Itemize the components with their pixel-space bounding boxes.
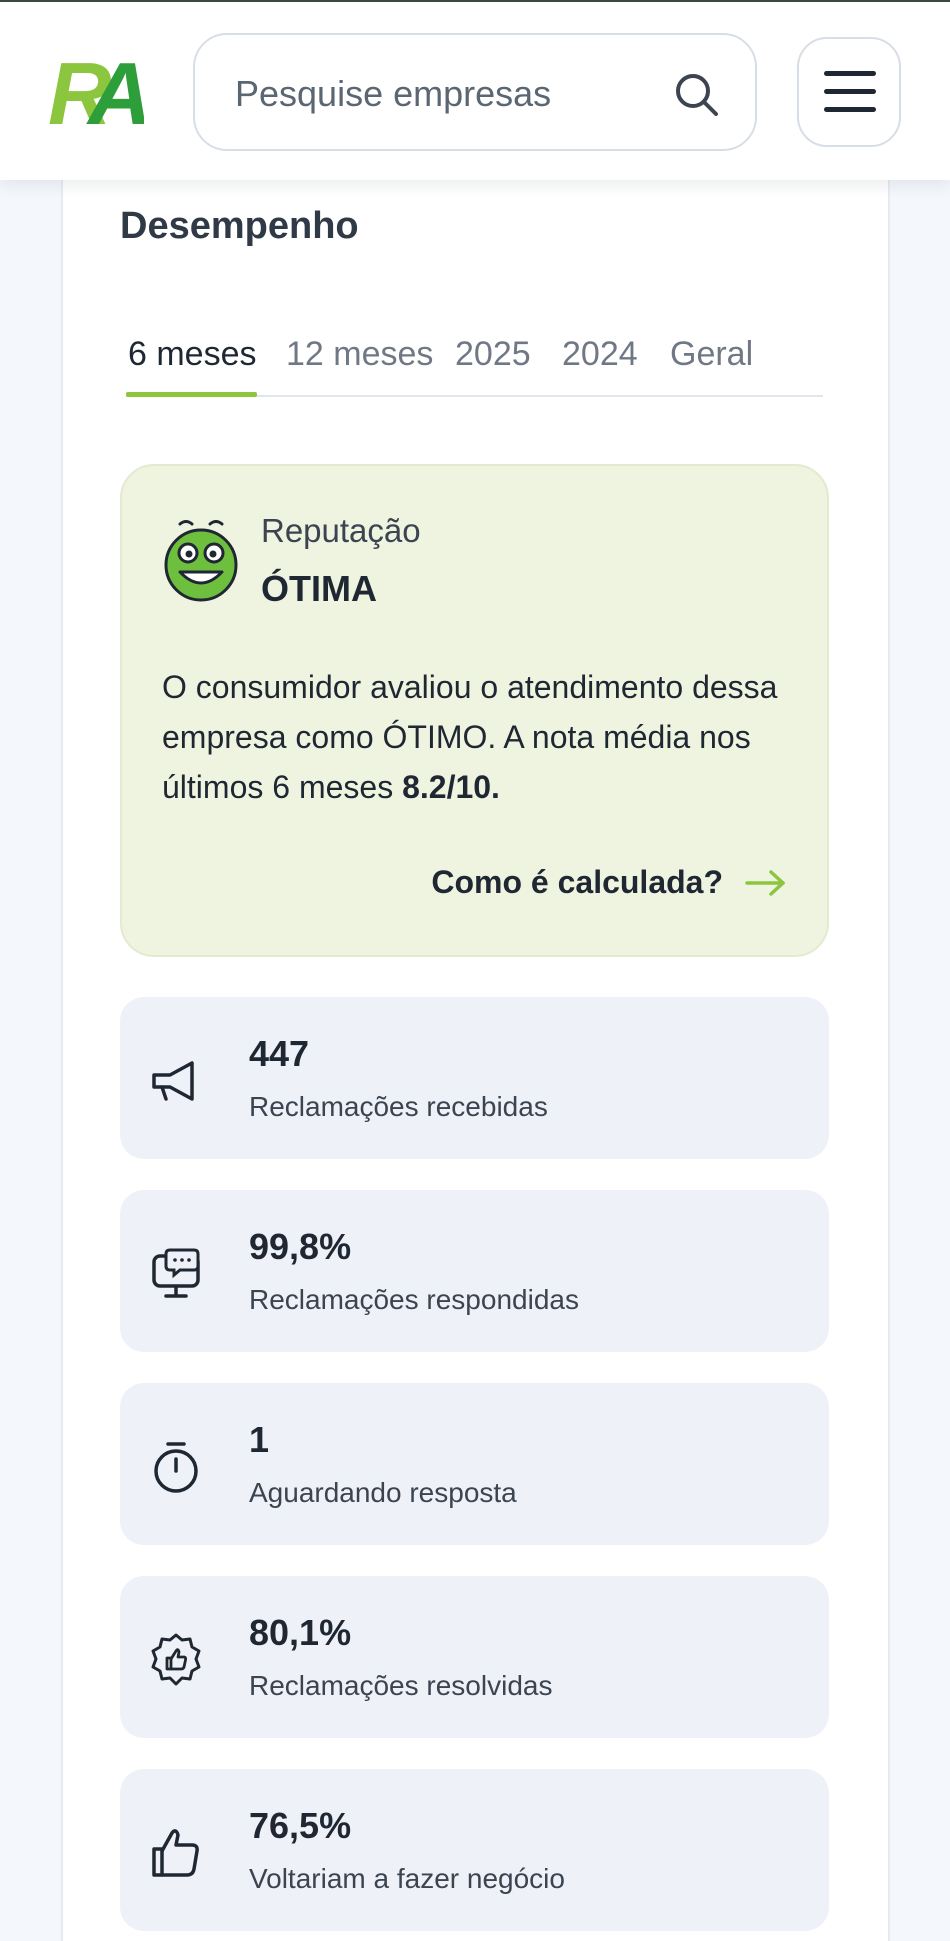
active-tab-indicator (126, 392, 257, 397)
svg-text:A: A (86, 50, 144, 132)
header: R A Pesquise empresas (0, 0, 950, 180)
chat-monitor-icon (152, 1248, 200, 1298)
stat-card-received: 447 Reclamações recebidas (120, 997, 829, 1159)
stat-card-awaiting: 1 Aguardando resposta (120, 1383, 829, 1545)
section-title: Desempenho (120, 205, 359, 247)
megaphone-icon (152, 1061, 194, 1101)
stat-value: 1 (249, 1419, 270, 1460)
menu-button[interactable] (797, 37, 901, 147)
happy-face-icon (164, 520, 238, 602)
tab-geral[interactable]: Geral (670, 335, 753, 374)
search-placeholder: Pesquise empresas (235, 73, 552, 114)
search-icon[interactable] (673, 71, 721, 119)
stat-value: 447 (249, 1033, 310, 1074)
stat-label: Aguardando resposta (249, 1477, 517, 1508)
stat-label: Voltariam a fazer negócio (249, 1863, 565, 1894)
reputation-score: 8.2/10. (402, 769, 500, 805)
thumbs-up-icon (152, 1829, 199, 1877)
stat-value: 76,5% (249, 1805, 352, 1846)
tab-6-meses[interactable]: 6 meses (128, 335, 257, 374)
stat-label: Reclamações resolvidas (249, 1670, 553, 1701)
reputation-value: ÓTIMA (261, 568, 377, 609)
stat-label: Reclamações recebidas (249, 1091, 548, 1122)
stat-card-would-return: 76,5% Voltariam a fazer negócio (120, 1769, 829, 1931)
how-calculated-label: Como é calculada? (431, 864, 723, 900)
tab-2024[interactable]: 2024 (562, 335, 638, 374)
stopwatch-icon (154, 1442, 198, 1493)
tab-2025[interactable]: 2025 (455, 335, 531, 374)
how-calculated-link[interactable]: Como é calculada? (431, 864, 787, 901)
stat-card-answered: 99,8% Reclamações respondidas (120, 1190, 829, 1352)
ra-logo[interactable]: R A (48, 50, 144, 132)
reputation-card: Reputação ÓTIMA O consumidor avaliou o a… (120, 464, 829, 957)
stat-value: 99,8% (249, 1226, 352, 1267)
stat-value: 80,1% (249, 1612, 352, 1653)
tab-12-meses[interactable]: 12 meses (286, 335, 433, 374)
arrow-right-icon (745, 869, 785, 896)
search-input[interactable]: Pesquise empresas (193, 33, 757, 151)
reputation-description: O consumidor avaliou o atendimento dessa… (162, 662, 782, 812)
hamburger-icon (824, 71, 876, 112)
stat-label: Reclamações respondidas (249, 1284, 579, 1315)
stat-card-resolved: 80,1% Reclamações resolvidas (120, 1576, 829, 1738)
thumbs-up-badge-icon (151, 1633, 201, 1686)
period-tabs: 6 meses 12 meses 2025 2024 Geral (126, 335, 823, 397)
reputation-label: Reputação (261, 512, 421, 549)
